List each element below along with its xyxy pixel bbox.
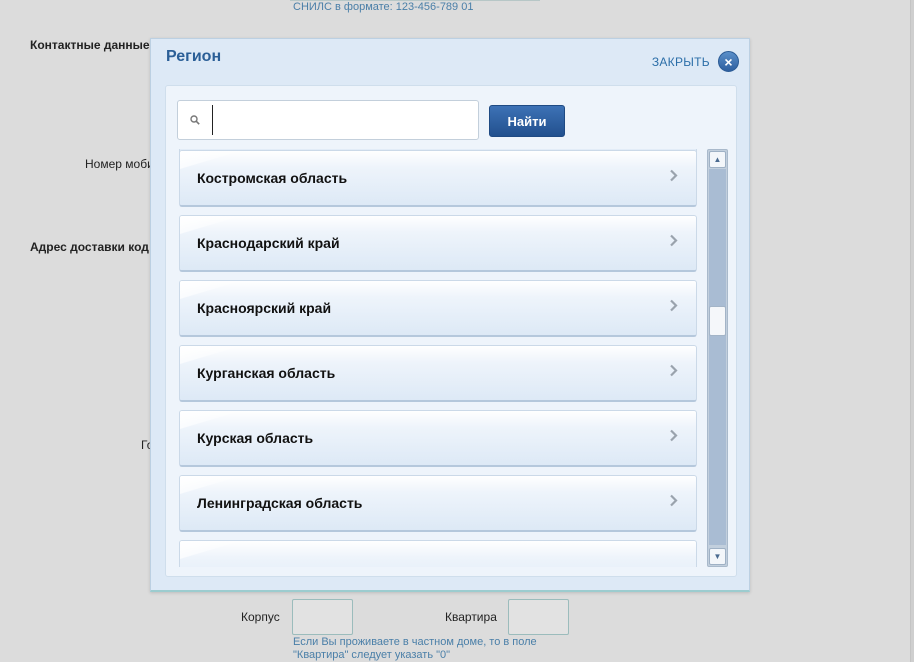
vertical-scrollbar[interactable]: ▲ ▼	[707, 149, 728, 567]
scroll-track[interactable]	[709, 169, 726, 545]
list-item[interactable]	[179, 540, 697, 567]
search-input[interactable]	[212, 105, 478, 135]
kvartira-input[interactable]	[508, 599, 569, 635]
chevron-right-icon	[669, 494, 678, 512]
delivery-heading: Адрес доставки код	[30, 240, 149, 254]
modal-content: Найти Костромская область Краснодарский …	[165, 85, 737, 577]
chevron-right-icon	[669, 169, 678, 187]
private-house-hint: Если Вы проживаете в частном доме, то в …	[293, 636, 537, 662]
scroll-thumb[interactable]	[709, 306, 726, 336]
item-gloss	[180, 346, 240, 364]
item-gloss	[180, 476, 240, 494]
item-gloss	[180, 281, 240, 299]
mobile-label: Номер моби	[85, 157, 154, 171]
close-button[interactable]: ЗАКРЫТЬ ×	[652, 51, 739, 72]
list-item-label: Красноярский край	[197, 300, 332, 316]
modal-title: Регион	[166, 48, 222, 65]
contact-heading: Контактные данные	[30, 38, 150, 52]
search-icon	[178, 115, 212, 125]
chevron-right-icon	[669, 234, 678, 252]
scroll-down-arrow-icon[interactable]: ▼	[709, 548, 726, 565]
list-item-label: Курская область	[197, 430, 314, 446]
close-label[interactable]: ЗАКРЫТЬ	[652, 55, 710, 69]
list-item-label: Костромская область	[197, 170, 348, 186]
search-box[interactable]	[177, 100, 479, 140]
korpus-input[interactable]	[292, 599, 353, 635]
item-gloss	[180, 151, 240, 169]
kvartira-label: Квартира	[445, 610, 497, 624]
scroll-up-arrow-icon[interactable]: ▲	[709, 151, 726, 168]
chevron-right-icon	[669, 364, 678, 382]
close-icon[interactable]: ×	[718, 51, 739, 72]
chevron-right-icon	[669, 299, 678, 317]
list-item[interactable]: Красноярский край	[179, 280, 697, 337]
list-item[interactable]: Ленинградская область	[179, 475, 697, 532]
private-house-hint-line1: Если Вы проживаете в частном доме, то в …	[293, 636, 537, 648]
list-item[interactable]: Курская область	[179, 410, 697, 467]
korpus-label: Корпус	[241, 610, 280, 624]
item-gloss	[180, 216, 240, 234]
list-item[interactable]: Курганская область	[179, 345, 697, 402]
item-gloss	[180, 541, 240, 559]
region-modal: Регион ЗАКРЫТЬ × Найти Костромская облас…	[150, 38, 750, 592]
chevron-right-icon	[669, 429, 678, 447]
item-gloss	[180, 411, 240, 429]
list-item-label: Курганская область	[197, 365, 336, 381]
list-item[interactable]: Костромская область	[179, 150, 697, 207]
snils-hint: СНИЛС в формате: 123-456-789 01	[293, 1, 474, 13]
private-house-hint-line2: "Квартира" следует указать "0"	[293, 649, 451, 661]
page-edge	[910, 0, 914, 662]
region-list[interactable]: Костромская область Краснодарский край К…	[179, 149, 698, 567]
list-item-label: Краснодарский край	[197, 235, 340, 251]
list-item-label: Ленинградская область	[197, 495, 363, 511]
list-item[interactable]: Краснодарский край	[179, 215, 697, 272]
find-button[interactable]: Найти	[489, 105, 565, 137]
